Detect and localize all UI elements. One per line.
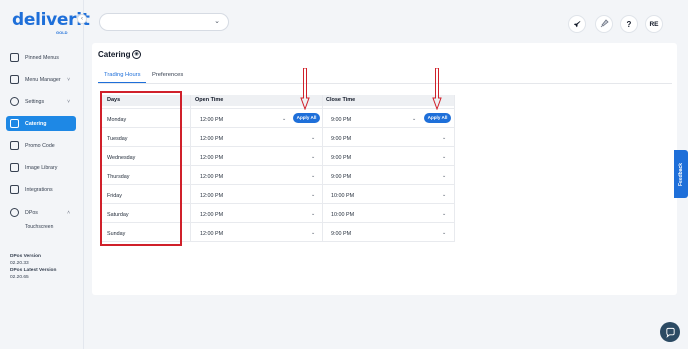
chevron-down-icon[interactable]: ⌄ <box>311 173 315 179</box>
chat-button[interactable] <box>660 322 680 342</box>
user-avatar[interactable]: RE <box>645 15 663 33</box>
open-time-select[interactable]: 12:00 PM <box>200 193 223 199</box>
sidebar-item-dpos[interactable]: DPos ˄ <box>6 205 76 220</box>
sidebar-item-settings[interactable]: Settings ˅ <box>6 94 76 109</box>
pin-icon <box>10 53 19 62</box>
chevron-down-icon[interactable]: ⌄ <box>311 192 315 198</box>
chevron-down-icon[interactable]: ⌄ <box>311 154 315 160</box>
column-divider <box>454 95 455 242</box>
close-time-select[interactable]: 10:00 PM <box>331 193 354 199</box>
sidebar-item-image-library[interactable]: Image Library <box>6 160 76 175</box>
chevron-down-icon[interactable]: ⌄ <box>442 192 446 198</box>
tab-preferences[interactable]: Preferences <box>152 72 183 78</box>
chevron-down-icon: ˅ <box>67 76 70 83</box>
column-divider <box>190 95 191 242</box>
tab-trading-hours[interactable]: Trading Hours <box>104 72 141 78</box>
catering-icon <box>10 119 19 128</box>
open-time-select[interactable]: 12:00 PM <box>200 174 223 180</box>
sidebar-item-label: Promo Code <box>25 142 55 149</box>
rocket-icon[interactable] <box>568 15 586 33</box>
tab-divider <box>98 83 672 84</box>
integration-icon <box>10 185 19 194</box>
dpos-version-label: DPos Version <box>10 254 41 259</box>
sidebar-item-label: Settings <box>25 98 45 105</box>
dpos-latest-version-label: DPos Latest Version <box>10 268 57 273</box>
chevron-down-icon[interactable]: ⌄ <box>442 230 446 236</box>
arrow-down-icon <box>300 68 310 110</box>
feedback-tab[interactable]: Feedback <box>674 150 688 198</box>
column-header-open-time: Open Time <box>195 97 224 103</box>
feedback-label: Feedback <box>678 162 684 186</box>
chevron-down-icon: ⌄ <box>214 18 220 25</box>
apply-all-open-time-button[interactable]: Apply All <box>293 113 320 123</box>
sidebar-item-label: Integrations <box>25 186 53 193</box>
chevron-down-icon[interactable]: ⌄ <box>412 116 416 122</box>
close-time-select[interactable]: 9:00 PM <box>331 174 351 180</box>
chevron-down-icon[interactable]: ⌄ <box>442 173 446 179</box>
column-header-close-time: Close Time <box>326 97 356 103</box>
chevron-down-icon[interactable]: ⌄ <box>311 135 315 141</box>
chevron-up-icon: ˄ <box>67 209 70 216</box>
sidebar-item-label: Pinned Menus <box>25 54 59 61</box>
chevron-down-icon[interactable]: ⌄ <box>442 135 446 141</box>
sidebar-item-catering[interactable]: Catering <box>6 116 76 131</box>
dpos-latest-version-value: 02.20.65 <box>10 275 29 280</box>
sidebar-item-label: Catering <box>25 120 47 127</box>
pos-icon <box>10 208 19 217</box>
collapse-sidebar-button[interactable]: ‹ <box>77 14 87 24</box>
sidebar-item-pinned-menus[interactable]: Pinned Menus <box>6 50 76 65</box>
dpos-version-value: 02.20.33 <box>10 261 29 266</box>
close-time-select[interactable]: 9:00 PM <box>331 117 351 123</box>
open-time-select[interactable]: 12:00 PM <box>200 136 223 142</box>
sidebar-item-label: DPos <box>25 209 38 216</box>
sidebar: deliverit GOLD Pinned Menus Menu Manager… <box>0 0 90 349</box>
menu-icon <box>10 75 19 84</box>
page-title: Catering <box>98 50 131 59</box>
chevron-down-icon[interactable]: ⌄ <box>282 116 286 122</box>
help-icon[interactable]: ? <box>620 15 638 33</box>
close-time-select[interactable]: 9:00 PM <box>331 136 351 142</box>
chevron-down-icon[interactable]: ⌄ <box>311 230 315 236</box>
days-highlight-annotation <box>100 91 182 246</box>
apply-all-close-time-button[interactable]: Apply All <box>424 113 451 123</box>
store-select[interactable]: ⌄ <box>99 13 229 31</box>
sidebar-item-menu-manager[interactable]: Menu Manager ˅ <box>6 72 76 87</box>
brand-tier: GOLD <box>56 30 68 35</box>
close-time-select[interactable]: 10:00 PM <box>331 212 354 218</box>
close-time-select[interactable]: 9:00 PM <box>331 231 351 237</box>
catering-badge-icon: ◉ <box>132 50 141 59</box>
launch-icon[interactable] <box>595 15 613 33</box>
open-time-select[interactable]: 12:00 PM <box>200 212 223 218</box>
image-icon <box>10 163 19 172</box>
chevron-down-icon[interactable]: ⌄ <box>311 211 315 217</box>
sidebar-item-integrations[interactable]: Integrations <box>6 182 76 197</box>
open-time-select[interactable]: 12:00 PM <box>200 117 223 123</box>
sidebar-item-label: Image Library <box>25 164 58 171</box>
chevron-down-icon[interactable]: ⌄ <box>442 211 446 217</box>
chat-icon <box>665 327 675 338</box>
gear-icon <box>10 97 19 106</box>
chevron-down-icon: ˅ <box>67 98 70 105</box>
open-time-select[interactable]: 12:00 PM <box>200 231 223 237</box>
column-divider <box>322 95 323 242</box>
close-time-select[interactable]: 9:00 PM <box>331 155 351 161</box>
sidebar-item-promo-code[interactable]: Promo Code <box>6 138 76 153</box>
arrow-down-icon <box>432 68 442 110</box>
sidebar-subitem-touchscreen[interactable]: Touchscreen <box>25 224 53 230</box>
sidebar-item-label: Menu Manager <box>25 76 61 83</box>
promo-icon <box>10 141 19 150</box>
active-tab-indicator <box>98 82 146 83</box>
chevron-down-icon[interactable]: ⌄ <box>442 154 446 160</box>
open-time-select[interactable]: 12:00 PM <box>200 155 223 161</box>
